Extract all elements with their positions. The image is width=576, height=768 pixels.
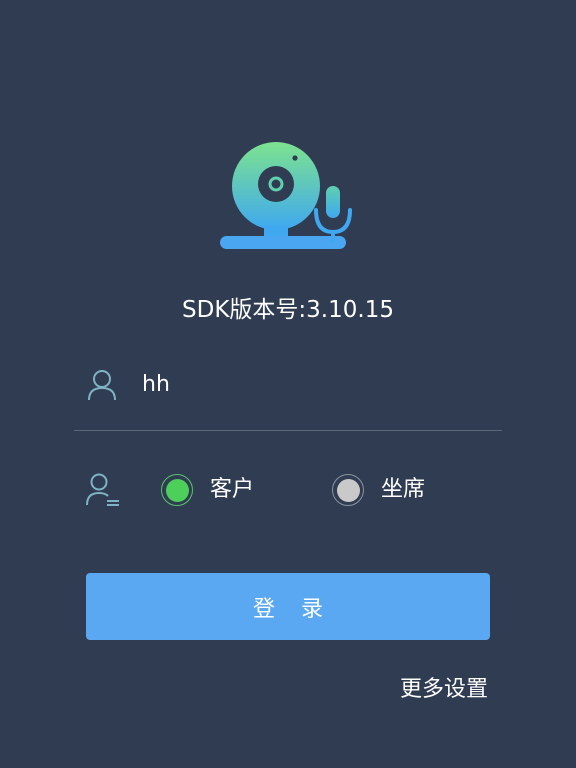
- sdk-version-text: SDK版本号:3.10.15: [182, 297, 394, 323]
- more-settings-link[interactable]: 更多设置: [400, 674, 488, 706]
- role-label-customer: 客户: [210, 477, 255, 502]
- radio-dot: [336, 478, 360, 502]
- radio-button-unselected[interactable]: [332, 474, 364, 506]
- radio-dot: [165, 478, 189, 502]
- role-label-agent: 坐席: [381, 477, 426, 502]
- login-screen: SDK版本号:3.10.15 客户 坐席 登录 更多设置: [0, 0, 576, 768]
- user-list-icon: [86, 473, 119, 506]
- login-button[interactable]: 登录: [86, 573, 490, 640]
- input-divider: [74, 430, 502, 431]
- radio-button-selected[interactable]: [161, 474, 193, 506]
- role-radio-customer[interactable]: 客户: [161, 472, 254, 508]
- role-radio-agent[interactable]: 坐席: [332, 472, 425, 508]
- username-row: [74, 358, 502, 430]
- user-icon: [88, 370, 116, 401]
- webcam-microphone-icon: [220, 142, 352, 249]
- username-input[interactable]: [142, 366, 482, 402]
